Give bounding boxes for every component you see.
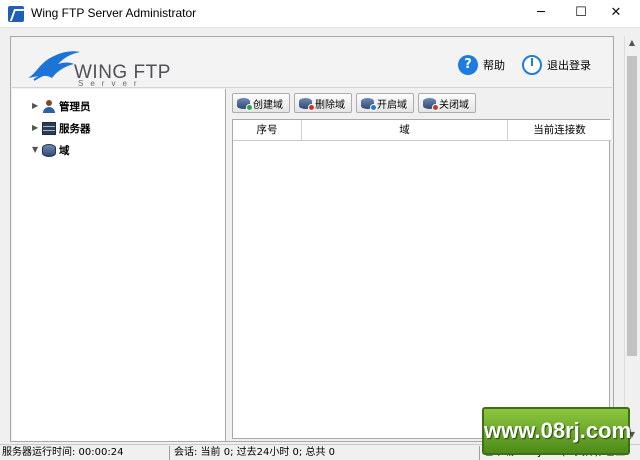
column-header-index[interactable]: 序号 xyxy=(233,120,302,141)
logout-button[interactable]: 退出登录 xyxy=(522,54,591,76)
tree-item-label: 域 xyxy=(59,144,70,157)
help-label: 帮助 xyxy=(483,59,505,72)
tree-item-admins[interactable]: ▶ 管理员 xyxy=(32,97,91,115)
power-icon xyxy=(522,55,542,75)
title-bar: Wing FTP Server Administrator ─ ☐ ✕ xyxy=(0,0,640,28)
wing-ftp-app-icon xyxy=(8,6,24,22)
uptime-status: 服务器运行时间: 00:00:24 xyxy=(0,446,170,460)
scroll-thumb[interactable] xyxy=(627,56,637,356)
domain-pane: 创建域 删除域 开启域 关闭域 序号 域 当前连接数 xyxy=(230,89,612,441)
site-watermark: www.08rj.com xyxy=(482,407,631,455)
header-bar: WING FTP Server ? 帮助 退出登录 xyxy=(12,38,612,88)
admin-user-icon xyxy=(42,99,56,113)
start-domain-button[interactable]: 开启域 xyxy=(356,93,414,113)
create-domain-icon xyxy=(237,97,253,111)
admin-panel: WING FTP Server ? 帮助 退出登录 ▶ 管理员 ▶ 服务器 ▼ … xyxy=(10,36,614,442)
delete-domain-icon xyxy=(299,97,315,111)
vertical-scrollbar[interactable]: ▲ ▼ xyxy=(624,36,638,442)
tree-item-domains[interactable]: ▼ 域 xyxy=(32,141,70,159)
tree-item-label: 服务器 xyxy=(59,122,91,135)
stop-domain-label: 关闭域 xyxy=(439,99,469,111)
logo-subtitle: Server xyxy=(78,79,144,88)
help-question-icon: ? xyxy=(458,55,478,75)
stop-domain-icon xyxy=(423,97,439,111)
delete-domain-label: 删除域 xyxy=(315,99,345,111)
stop-domain-button[interactable]: 关闭域 xyxy=(418,93,476,113)
help-button[interactable]: ? 帮助 xyxy=(458,54,505,76)
logout-label: 退出登录 xyxy=(547,59,591,72)
scroll-up-arrow-icon[interactable]: ▲ xyxy=(625,36,639,50)
column-header-connections[interactable]: 当前连接数 xyxy=(508,120,611,141)
tree-item-label: 管理员 xyxy=(59,100,91,113)
domain-toolbar: 创建域 删除域 开启域 关闭域 xyxy=(232,93,480,115)
create-domain-button[interactable]: 创建域 xyxy=(232,93,290,113)
start-domain-icon xyxy=(361,97,377,111)
create-domain-label: 创建域 xyxy=(253,99,283,111)
collapse-arrow-icon[interactable]: ▼ xyxy=(32,145,40,154)
expand-arrow-icon[interactable]: ▶ xyxy=(32,101,40,110)
window-title: Wing FTP Server Administrator xyxy=(31,6,197,20)
tree-item-servers[interactable]: ▶ 服务器 xyxy=(32,119,91,137)
domain-table[interactable]: 序号 域 当前连接数 xyxy=(232,119,611,439)
column-header-domain[interactable]: 域 xyxy=(302,120,508,141)
delete-domain-button[interactable]: 删除域 xyxy=(294,93,352,113)
navigation-tree: ▶ 管理员 ▶ 服务器 ▼ 域 xyxy=(12,89,226,441)
expand-arrow-icon[interactable]: ▶ xyxy=(32,123,40,132)
sessions-status: 会话: 当前 0; 过去24小时 0; 总共 0 xyxy=(172,446,480,460)
domain-icon xyxy=(42,143,56,157)
start-domain-label: 开启域 xyxy=(377,99,407,111)
server-icon xyxy=(42,121,56,135)
close-button[interactable]: ✕ xyxy=(593,0,639,28)
